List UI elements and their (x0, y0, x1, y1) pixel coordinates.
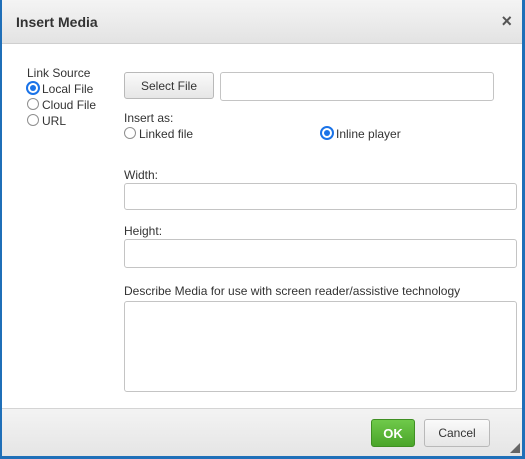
dialog-footer: OK Cancel (2, 408, 522, 456)
radio-linked-file-label: Linked file (139, 127, 194, 141)
link-source-local-file[interactable]: Local File (27, 82, 93, 96)
link-source-cloud-file[interactable]: Cloud File (27, 98, 96, 112)
link-source-heading: Link Source (27, 66, 91, 80)
select-file-button[interactable]: Select File (124, 72, 214, 99)
radio-local-file[interactable] (27, 82, 39, 94)
width-input[interactable] (124, 183, 517, 210)
radio-local-file-label: Local File (42, 82, 94, 96)
description-label: Describe Media for use with screen reade… (124, 284, 461, 298)
insert-as-linked-file[interactable]: Linked file (124, 127, 193, 141)
height-label: Height: (124, 224, 163, 238)
dialog-body: Link Source Local File Cloud File URL Se… (2, 45, 522, 409)
radio-linked-file[interactable] (124, 127, 136, 139)
cancel-button[interactable]: Cancel (424, 419, 490, 447)
width-label: Width: (124, 168, 159, 182)
height-input[interactable] (124, 239, 517, 268)
insert-media-dialog: Insert Media × Link Source Local File Cl… (0, 0, 525, 459)
ok-button[interactable]: OK (371, 419, 415, 447)
radio-url-label: URL (42, 114, 67, 128)
radio-cloud-file-label: Cloud File (42, 98, 97, 112)
radio-cloud-file[interactable] (27, 98, 39, 110)
close-icon[interactable]: × (501, 11, 512, 32)
insert-as-inline-player[interactable]: Inline player (321, 127, 401, 141)
dialog-titlebar[interactable]: Insert Media × (2, 0, 522, 44)
resize-grip-icon[interactable] (510, 443, 520, 453)
link-source-url[interactable]: URL (27, 114, 66, 128)
dialog-title: Insert Media (16, 14, 98, 30)
selected-file-field[interactable] (220, 72, 494, 101)
description-textarea[interactable] (124, 301, 517, 392)
insert-as-heading: Insert as: (124, 111, 174, 125)
radio-inline-player[interactable] (321, 127, 333, 139)
radio-url[interactable] (27, 114, 39, 126)
radio-inline-player-label: Inline player (336, 127, 401, 141)
